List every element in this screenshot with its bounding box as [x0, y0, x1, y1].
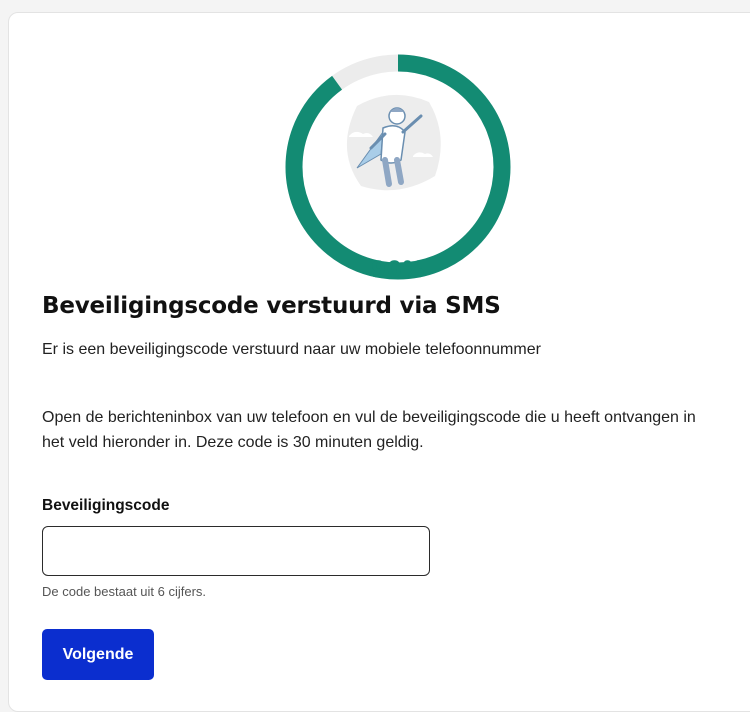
page-title: Beveiligingscode verstuurd via SMS	[42, 293, 501, 319]
code-field-label: Beveiligingscode	[42, 497, 170, 514]
security-code-input[interactable]	[42, 526, 430, 576]
intro-text: Er is een beveiligingscode verstuurd naa…	[42, 341, 541, 358]
verification-card: 90% Beveiligingscode verstuurd via SMS E…	[8, 12, 750, 712]
instructions-text: Open de berichteninbox van uw telefoon e…	[42, 409, 696, 451]
code-hint: De code bestaat uit 6 cijfers.	[42, 584, 207, 599]
next-button[interactable]: Volgende	[42, 629, 154, 680]
flying-hero-icon	[346, 94, 441, 191]
progress-percentage: 90%	[370, 258, 426, 283]
